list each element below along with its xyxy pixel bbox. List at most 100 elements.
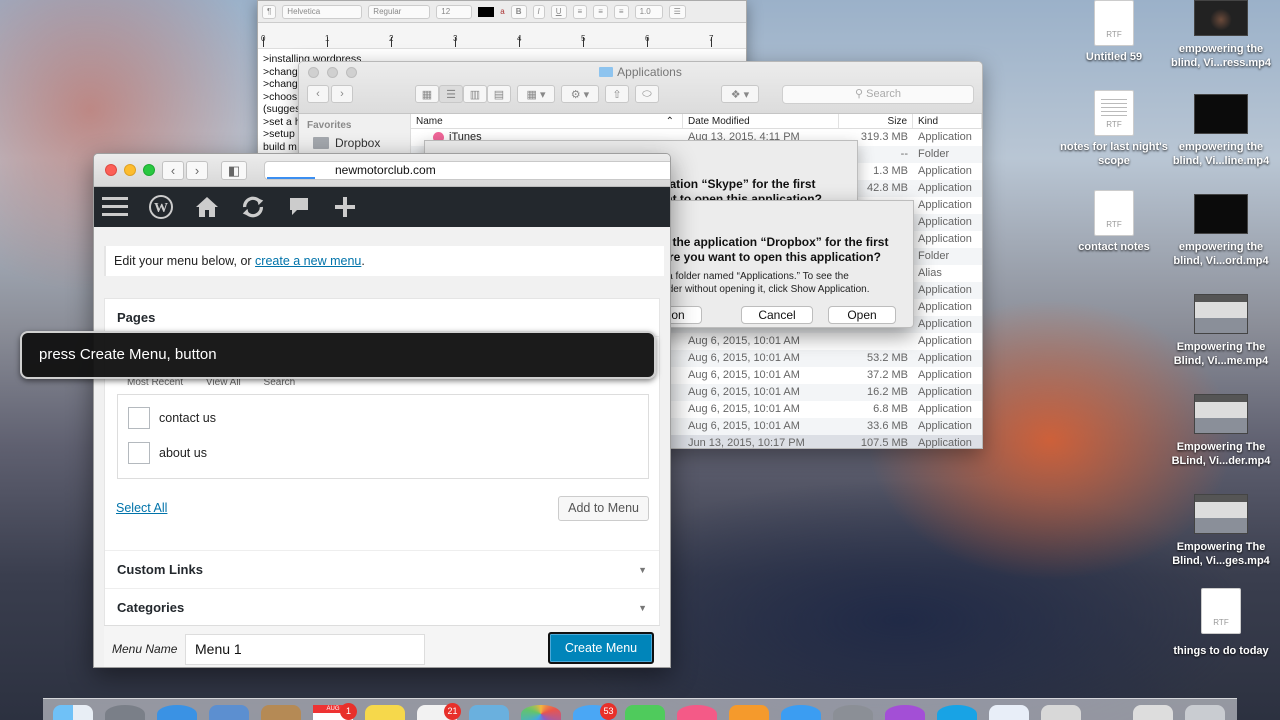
desktop-video-ress[interactable]: empowering the blind, Vi...ress.mp4 — [1166, 0, 1276, 70]
wordpress-logo-icon[interactable]: W — [148, 194, 174, 220]
trash-dock-icon[interactable] — [1185, 705, 1225, 720]
safari-dock-icon[interactable] — [157, 705, 197, 720]
ibooks-dock-icon[interactable] — [729, 705, 769, 720]
desktop-video-ges[interactable]: Empowering The Blind, Vi...ges.mp4 — [1166, 494, 1276, 568]
hamburger-menu-icon[interactable] — [102, 194, 128, 220]
forward-button[interactable]: › — [331, 85, 353, 103]
font-family-select[interactable]: Helvetica — [282, 4, 363, 19]
desktop-file-things-to-do[interactable]: RTF things to do today — [1166, 588, 1276, 658]
highlight-icon[interactable]: a — [500, 7, 504, 16]
photos-dock-icon[interactable] — [521, 705, 561, 720]
reminders-dock-icon[interactable]: 21 — [417, 703, 461, 720]
zoom-button[interactable] — [143, 164, 155, 176]
share-icon[interactable]: ⇧ — [605, 85, 629, 103]
align-center-button[interactable]: ≡ — [593, 4, 608, 19]
finder-dock-icon[interactable] — [53, 705, 93, 720]
facetime-dock-icon[interactable] — [625, 705, 665, 720]
file-kind-cell: Application — [918, 369, 972, 381]
desktop-video-line[interactable]: empowering the blind, Vi...line.mp4 — [1166, 94, 1276, 168]
checkbox[interactable] — [128, 442, 150, 464]
desktop-file-notes-scope[interactable]: RTF notes for last night's scope — [1059, 90, 1169, 168]
comments-icon[interactable] — [286, 194, 312, 220]
tag-icon[interactable]: ⬭ — [635, 85, 659, 103]
file-kind-cell: Alias — [918, 267, 942, 279]
icon-view-button[interactable]: ▦ — [415, 85, 439, 103]
list-style-button[interactable]: ☰ — [668, 4, 686, 19]
system-preferences-dock-icon[interactable] — [833, 705, 873, 720]
desktop-video-der[interactable]: Empowering The BLind, Vi...der.mp4 — [1166, 394, 1276, 468]
font-weight-select[interactable]: Regular — [368, 4, 431, 19]
dropbox-icon[interactable]: ❖ ▾ — [721, 85, 759, 103]
line-spacing-select[interactable]: 1.0 — [634, 4, 663, 19]
sidebar-item-dropbox[interactable]: Dropbox — [299, 133, 410, 153]
categories-section-header[interactable]: Categories ▼ — [105, 589, 659, 627]
bold-button[interactable]: B — [510, 4, 527, 19]
list-view-button[interactable]: ☰ — [439, 85, 463, 103]
column-view-button[interactable]: ▥ — [463, 85, 487, 103]
open-button[interactable]: Open — [828, 306, 896, 324]
notes-dock-icon[interactable] — [365, 705, 405, 720]
checkbox[interactable] — [128, 407, 150, 429]
menu-name-input[interactable]: Menu 1 — [185, 634, 425, 665]
notification-badge: 53 — [600, 703, 617, 720]
file-kind-cell: Application — [918, 182, 972, 194]
browser-window: ‹ › ◧ newmotorclub.com W Edit your menu … — [93, 153, 671, 668]
home-icon[interactable] — [194, 194, 220, 220]
dropbox-dock-icon[interactable] — [989, 705, 1029, 720]
column-header-name[interactable]: Name ⌃ — [411, 114, 683, 128]
align-left-button[interactable]: ≡ — [572, 4, 588, 19]
calendar-dock-icon[interactable]: AUG 1 — [313, 703, 357, 720]
podcasts-dock-icon[interactable] — [885, 705, 925, 720]
desktop-file-contact-notes[interactable]: RTF contact notes — [1059, 190, 1169, 254]
underline-button[interactable]: U — [550, 4, 567, 19]
add-new-icon[interactable] — [332, 194, 358, 220]
create-menu-button[interactable]: Create Menu — [548, 632, 654, 664]
cancel-button[interactable]: Cancel — [741, 306, 813, 324]
desktop-video-me[interactable]: Empowering The Blind, Vi...me.mp4 — [1166, 294, 1276, 368]
updates-icon[interactable] — [240, 194, 266, 220]
page-item-contact-us[interactable]: contact us — [128, 407, 216, 429]
align-right-button[interactable]: ≡ — [613, 4, 629, 19]
downloads-stack-dock-icon[interactable] — [1133, 705, 1173, 720]
finder-titlebar[interactable]: Applications ‹ › ▦ ☰ ▥ ▤ ▦ ▾ ⚙ ▾ ⇧ ⬭ ❖ ▾… — [299, 62, 982, 114]
search-field[interactable]: ⚲ Search — [782, 85, 974, 104]
messages-dock-icon[interactable]: 53 — [573, 703, 617, 720]
keynote-dock-icon[interactable] — [469, 705, 509, 720]
mail-dock-icon[interactable] — [209, 705, 249, 720]
file-size-cell — [839, 333, 913, 350]
create-new-menu-link[interactable]: create a new menu — [255, 254, 361, 268]
desktop-video-ord[interactable]: empowering the blind, Vi...ord.mp4 — [1166, 194, 1276, 268]
select-all-link[interactable]: Select All — [116, 501, 167, 515]
app-store-dock-icon[interactable] — [781, 705, 821, 720]
column-header-kind[interactable]: Kind — [913, 114, 982, 128]
text-color-swatch[interactable] — [478, 6, 495, 17]
action-gear-icon[interactable]: ⚙ ▾ — [561, 85, 599, 103]
add-to-menu-button[interactable]: Add to Menu — [558, 496, 649, 521]
textedit-ruler[interactable]: 0 1 2 3 4 5 6 7 — [258, 23, 746, 49]
column-header-date[interactable]: Date Modified — [683, 114, 839, 128]
file-kind-cell: Application — [918, 403, 972, 415]
column-header-size[interactable]: Size — [839, 114, 913, 128]
page-item-about-us[interactable]: about us — [128, 442, 207, 464]
sidebar-toggle-icon[interactable]: ◧ — [221, 161, 247, 180]
address-bar[interactable]: newmotorclub.com — [264, 161, 670, 180]
contacts-dock-icon[interactable] — [261, 705, 301, 720]
back-button[interactable]: ‹ — [307, 85, 329, 103]
skype-dock-icon[interactable] — [937, 705, 977, 720]
custom-links-section-header[interactable]: Custom Links ▼ — [105, 551, 659, 589]
arrange-button[interactable]: ▦ ▾ — [517, 85, 555, 103]
video-app-dock-icon[interactable] — [1041, 705, 1081, 720]
paragraph-style-select[interactable]: ¶ — [262, 4, 277, 19]
italic-button[interactable]: I — [532, 4, 545, 19]
minimize-button[interactable] — [124, 164, 136, 176]
font-size-select[interactable]: 12 — [436, 4, 473, 19]
forward-button[interactable]: › — [186, 161, 208, 180]
desktop-file-untitled-59[interactable]: RTF Untitled 59 — [1059, 0, 1169, 64]
itunes-dock-icon[interactable] — [677, 705, 717, 720]
cover-flow-button[interactable]: ▤ — [487, 85, 511, 103]
close-button[interactable] — [105, 164, 117, 176]
browser-titlebar[interactable]: ‹ › ◧ newmotorclub.com — [94, 154, 670, 187]
wp-menus-screen: Edit your menu below, or create a new me… — [94, 227, 670, 667]
launchpad-dock-icon[interactable] — [105, 705, 145, 720]
back-button[interactable]: ‹ — [162, 161, 184, 180]
